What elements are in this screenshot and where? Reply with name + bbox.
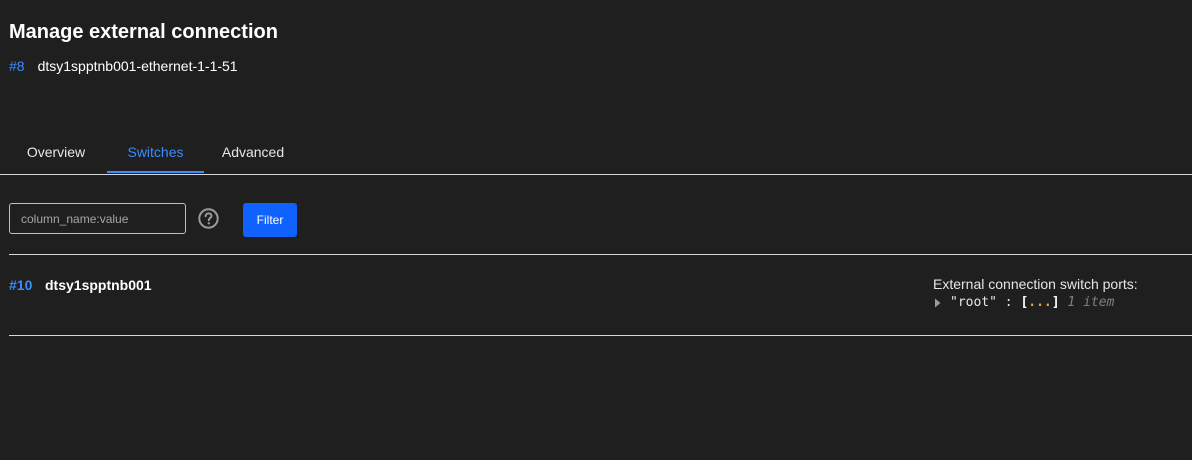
switch-id-link[interactable]: #10 [9, 276, 32, 294]
page-title: Manage external connection [9, 21, 278, 43]
divider [9, 335, 1192, 336]
ports-label: External connection switch ports: [933, 276, 1138, 292]
manage-external-connection-page: Manage external connection #8 dtsy1spptn… [0, 0, 1192, 460]
tab-advanced[interactable]: Advanced [204, 132, 302, 173]
json-item-count: 1 item [1067, 295, 1115, 310]
json-viewer: "root" : [ ... ] 1 item [933, 294, 1114, 312]
json-colon: : [1004, 295, 1013, 310]
question-circle-icon[interactable] [198, 208, 219, 229]
json-key: "root" [950, 295, 997, 310]
filter-input[interactable] [9, 203, 186, 234]
filter-button[interactable]: Filter [243, 203, 297, 237]
json-close-bracket: ] [1051, 295, 1060, 310]
connection-subtitle: #8 dtsy1spptnb001-ethernet-1-1-51 [9, 57, 238, 75]
switch-name: dtsy1spptnb001 [45, 277, 152, 293]
json-open-bracket: [ [1020, 295, 1029, 310]
divider [9, 254, 1192, 255]
connection-name: dtsy1spptnb001-ethernet-1-1-51 [37, 58, 238, 74]
connection-id: #8 [9, 58, 25, 74]
tab-bar: Overview Switches Advanced [0, 132, 1192, 175]
json-expand-ellipsis[interactable]: ... [1028, 294, 1051, 312]
tab-overview[interactable]: Overview [7, 132, 105, 173]
tab-switches[interactable]: Switches [107, 132, 204, 173]
caret-right-icon[interactable] [933, 298, 943, 308]
